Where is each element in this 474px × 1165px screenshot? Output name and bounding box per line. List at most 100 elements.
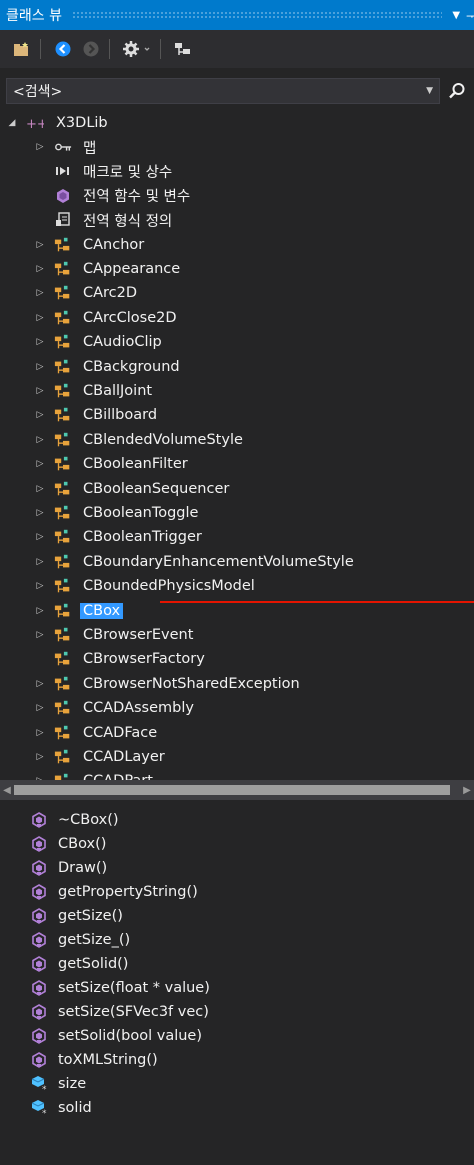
tree-item[interactable]: ▷ CBoundaryEnhancementVolumeStyle — [0, 550, 474, 574]
svg-text:*: * — [42, 1109, 47, 1117]
expand-arrow-icon[interactable]: ▷ — [34, 434, 46, 446]
tree-item[interactable]: ▷ CBallJoint — [0, 379, 474, 403]
method-icon — [30, 931, 48, 949]
member-label: getSize() — [58, 907, 123, 924]
class-icon — [54, 480, 72, 498]
field-icon: * — [30, 1075, 48, 1093]
expand-arrow-icon[interactable]: ▷ — [34, 385, 46, 397]
tree-item[interactable]: ▷CCADPart — [0, 769, 474, 780]
tree-item[interactable]: ▷ CAudioClip — [0, 330, 474, 354]
tree-item[interactable]: ▷ CAppearance — [0, 257, 474, 281]
member-item[interactable]: setSize(SFVec3f vec) — [0, 1000, 474, 1023]
member-item[interactable]: getSolid() — [0, 952, 474, 975]
expand-arrow-icon[interactable]: ▷ — [34, 287, 46, 299]
tree-item[interactable]: ▷ CBrowserNotSharedException — [0, 672, 474, 696]
search-placeholder: <검색> — [13, 84, 63, 100]
tree-item[interactable]: ▷ CBooleanToggle — [0, 501, 474, 525]
class-tree[interactable]: ◢ ++ X3DLib ▷ 맵 매크로 및 상수 전역 함수 및 변수 전역 형식 정의… — [0, 110, 474, 780]
expand-arrow-icon[interactable]: ▷ — [34, 629, 46, 641]
class-icon — [54, 748, 72, 766]
method-icon — [30, 907, 48, 925]
member-list[interactable]: ~CBox() CBox() Draw() getPropertyString() ge… — [0, 804, 474, 1165]
member-item[interactable]: getSize() — [0, 904, 474, 927]
member-item[interactable]: CBox() — [0, 832, 474, 855]
scroll-left-icon[interactable]: ◀ — [0, 785, 14, 796]
expand-arrow-icon[interactable]: ▷ — [34, 727, 46, 739]
tree-item[interactable]: ▷ CBoundedPhysicsModel — [0, 574, 474, 598]
member-item[interactable]: getSize_() — [0, 928, 474, 951]
class-icon — [54, 455, 72, 473]
expand-arrow-icon[interactable]: ▷ — [34, 483, 46, 495]
expand-arrow-icon[interactable]: ▷ — [34, 458, 46, 470]
tree-item-label: CBoundaryEnhancementVolumeStyle — [83, 553, 354, 570]
member-item[interactable]: getPropertyString() — [0, 880, 474, 903]
member-item[interactable]: Draw() — [0, 856, 474, 879]
member-item[interactable]: * solid — [0, 1096, 474, 1119]
expand-arrow-icon[interactable]: ▷ — [34, 531, 46, 543]
member-label: solid — [58, 1099, 92, 1116]
pin-icon[interactable]: ᅮ — [466, 6, 474, 25]
tree-item[interactable]: ▷ 맵 — [0, 135, 474, 159]
member-item[interactable]: * size — [0, 1072, 474, 1095]
tree-item[interactable]: ▷ CBackground — [0, 355, 474, 379]
expand-arrow-icon[interactable]: ▷ — [34, 702, 46, 714]
tree-item[interactable]: ▷ CArcClose2D — [0, 306, 474, 330]
expand-arrow-icon[interactable]: ▷ — [34, 409, 46, 421]
horizontal-scrollbar[interactable]: ◀ ▶ — [0, 780, 474, 800]
expand-arrow-icon[interactable]: ▷ — [34, 580, 46, 592]
method-icon — [30, 1027, 48, 1045]
forward-icon[interactable] — [79, 37, 103, 61]
expand-arrow-icon[interactable]: ▷ — [34, 336, 46, 348]
tree-item-label: CCADPart — [83, 773, 153, 780]
tree-item[interactable]: 전역 함수 및 변수 — [0, 184, 474, 208]
settings-gear-icon[interactable] — [120, 37, 154, 61]
search-icon[interactable] — [444, 78, 470, 104]
tree-item[interactable]: ▷ CCADLayer — [0, 745, 474, 769]
tree-item[interactable]: ▷ CBooleanSequencer — [0, 477, 474, 501]
class-icon — [54, 650, 72, 668]
tree-item-label: CBlendedVolumeStyle — [83, 431, 243, 448]
tree-root[interactable]: ◢ ++ X3DLib — [0, 111, 474, 135]
member-item[interactable]: setSolid(bool value) — [0, 1024, 474, 1047]
member-item[interactable]: ~CBox() — [0, 808, 474, 831]
tree-item[interactable]: ▷ CCADAssembly — [0, 696, 474, 720]
tree-item[interactable]: 전역 형식 정의 — [0, 208, 474, 232]
scrollbar-thumb[interactable] — [14, 785, 450, 795]
tree-item[interactable]: ▷ CBrowserEvent — [0, 623, 474, 647]
class-icon[interactable] — [171, 37, 195, 61]
tree-item[interactable]: ▷ CBooleanFilter — [0, 452, 474, 476]
member-label: toXMLString() — [58, 1051, 158, 1068]
expand-arrow-icon[interactable]: ▷ — [34, 556, 46, 568]
expand-arrow-icon[interactable]: ▷ — [34, 751, 46, 763]
member-label: getSize_() — [58, 931, 131, 948]
search-input[interactable]: <검색> ▼ — [6, 78, 440, 104]
expand-arrow-icon[interactable]: ▷ — [34, 141, 46, 153]
expand-arrow-icon[interactable]: ▷ — [34, 263, 46, 275]
dropdown-arrow-icon[interactable]: ▼ — [452, 10, 460, 21]
field-icon: * — [30, 1099, 48, 1117]
tree-item[interactable]: ▷ CBooleanTrigger — [0, 525, 474, 549]
tree-item[interactable]: ▷ CBillboard — [0, 403, 474, 427]
member-item[interactable]: setSize(float * value) — [0, 976, 474, 999]
tree-item-label: CCADLayer — [83, 749, 165, 765]
class-icon — [54, 260, 72, 278]
expand-arrow-icon[interactable]: ▷ — [34, 312, 46, 324]
expanded-arrow-icon[interactable]: ◢ — [6, 117, 18, 129]
tree-item-label: CArc2D — [83, 285, 138, 302]
expand-arrow-icon[interactable]: ▷ — [34, 605, 46, 617]
expand-arrow-icon[interactable]: ▷ — [34, 239, 46, 251]
tree-item[interactable]: ▷ CArc2D — [0, 281, 474, 305]
scroll-right-icon[interactable]: ▶ — [460, 785, 474, 796]
tree-item[interactable]: CBrowserFactory — [0, 647, 474, 671]
expand-arrow-icon[interactable]: ▷ — [34, 678, 46, 690]
tree-item[interactable]: ▷ CCADFace — [0, 721, 474, 745]
tree-item[interactable]: ▷ CAnchor — [0, 233, 474, 257]
member-item[interactable]: toXMLString() — [0, 1048, 474, 1071]
tree-item[interactable]: ▷ CBlendedVolumeStyle — [0, 428, 474, 452]
back-icon[interactable] — [51, 37, 75, 61]
chevron-down-icon[interactable]: ▼ — [426, 86, 433, 96]
tree-item[interactable]: 매크로 및 상수 — [0, 159, 474, 183]
expand-arrow-icon[interactable]: ▷ — [34, 361, 46, 373]
new-folder-icon[interactable] — [10, 37, 34, 61]
expand-arrow-icon[interactable]: ▷ — [34, 507, 46, 519]
